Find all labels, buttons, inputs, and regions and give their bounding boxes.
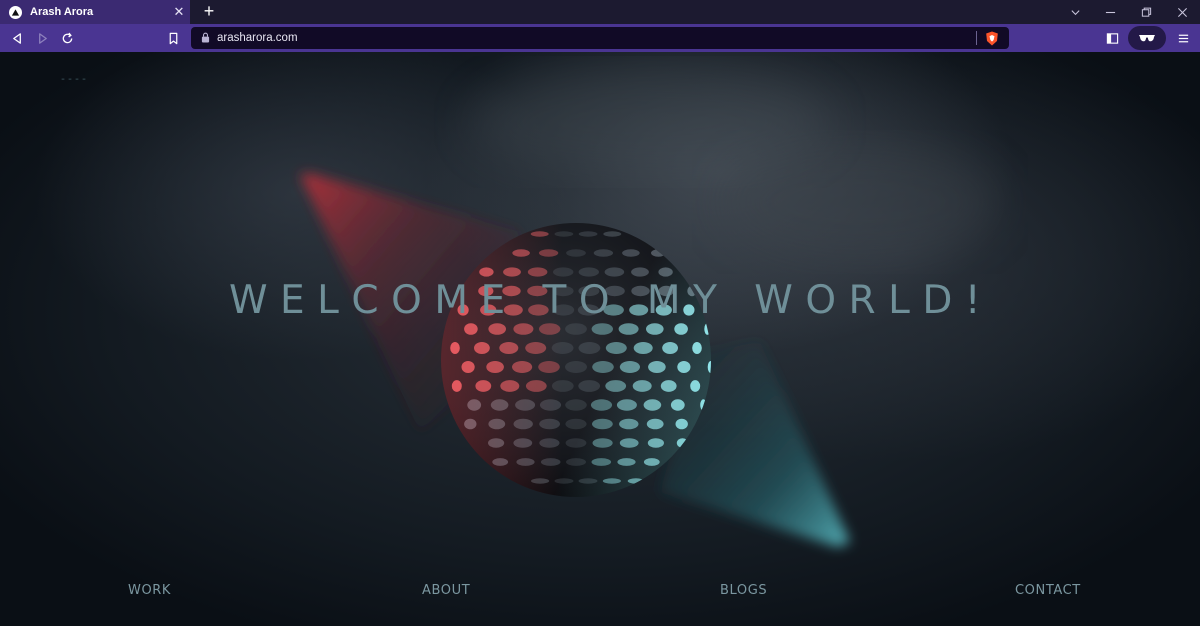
page-viewport: ---- WELCOME TO MY WORLD! WORK ABOUT BLO… — [0, 52, 1200, 626]
wallet-glasses-icon[interactable] — [1128, 26, 1166, 50]
brave-shield-icon[interactable] — [985, 31, 999, 46]
omnibox-divider — [976, 31, 977, 45]
reload-icon[interactable] — [58, 29, 76, 47]
triangle-logo-icon — [9, 5, 22, 19]
hamburger-menu-icon[interactable] — [1174, 29, 1192, 47]
back-icon[interactable] — [8, 29, 26, 47]
loader-indicator: ---- — [60, 75, 89, 86]
tab-title: Arash Arora — [30, 6, 94, 18]
plus-icon[interactable]: + — [200, 2, 218, 21]
tab-strip: Arash Arora ✕ + — [0, 0, 1200, 24]
forward-icon[interactable] — [33, 29, 51, 47]
address-bar[interactable]: arasharora.com — [191, 27, 1009, 49]
restore-icon[interactable] — [1128, 0, 1164, 24]
dimpled-sphere-image — [441, 223, 711, 497]
smoke-cloud — [470, 67, 830, 177]
tab-arash-arora[interactable]: Arash Arora ✕ — [0, 0, 190, 24]
close-icon[interactable] — [1164, 0, 1200, 24]
url-text: arasharora.com — [217, 32, 298, 44]
nav-link-contact[interactable]: CONTACT — [1015, 583, 1081, 598]
nav-link-about[interactable]: ABOUT — [422, 583, 470, 598]
lock-icon[interactable] — [201, 32, 211, 44]
nav-link-work[interactable]: WORK — [128, 583, 171, 598]
minimize-icon[interactable] — [1092, 0, 1128, 24]
browser-toolbar: arasharora.com — [0, 24, 1200, 52]
nav-link-blogs[interactable]: BLOGS — [720, 583, 767, 598]
welcome-headline: WELCOME TO MY WORLD! — [228, 278, 994, 323]
close-icon[interactable]: ✕ — [172, 5, 186, 19]
sidebar-icon[interactable] — [1103, 29, 1121, 47]
bookmark-icon[interactable] — [164, 29, 182, 47]
chevron-down-icon[interactable] — [1057, 0, 1093, 24]
